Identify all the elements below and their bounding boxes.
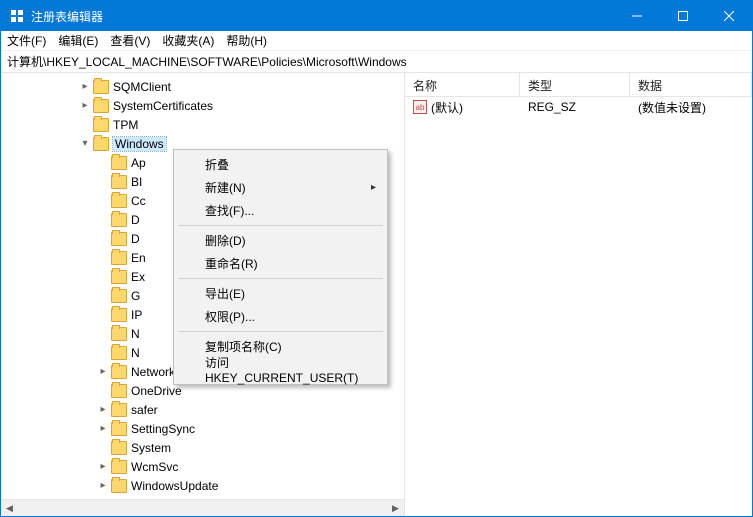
folder-icon <box>111 460 127 474</box>
tree-horizontal-scrollbar[interactable]: ◀ ▶ <box>1 499 404 516</box>
ctx-separator <box>178 278 383 279</box>
submenu-arrow-icon: ▸ <box>371 182 376 193</box>
folder-icon <box>111 213 127 227</box>
tree-item-wcmsvc[interactable]: ▸WcmSvc <box>1 457 404 476</box>
value-name-cell: ab (默认) <box>405 99 520 116</box>
ctx-goto-hkcu[interactable]: 访问 HKEY_CURRENT_USER(T) <box>177 358 384 381</box>
folder-icon <box>111 422 127 436</box>
menu-edit[interactable]: 编辑(E) <box>58 32 98 49</box>
folder-icon <box>111 251 127 265</box>
ctx-export[interactable]: 导出(E) <box>177 282 384 305</box>
tree-item-tpm[interactable]: ▸TPM <box>1 115 404 134</box>
folder-icon <box>93 118 109 132</box>
tree-pane: ▸SQMClient ▸SystemCertificates ▸TPM ▾Win… <box>1 73 405 516</box>
folder-icon <box>111 175 127 189</box>
tree-item-safer[interactable]: ▸safer <box>1 400 404 419</box>
maximize-button[interactable] <box>660 1 706 31</box>
window-controls <box>614 1 752 31</box>
context-menu: 折叠 新建(N)▸ 查找(F)... 删除(D) 重命名(R) 导出(E) 权限… <box>173 149 388 385</box>
folder-icon <box>93 80 109 94</box>
window-title: 注册表编辑器 <box>31 8 614 25</box>
scroll-right-icon[interactable]: ▶ <box>387 500 404 516</box>
tree-item-windowsupdate[interactable]: ▸WindowsUpdate <box>1 476 404 495</box>
ctx-collapse[interactable]: 折叠 <box>177 153 384 176</box>
tree-item-sqmclient[interactable]: ▸SQMClient <box>1 77 404 96</box>
title-bar: 注册表编辑器 <box>1 1 752 31</box>
values-pane: 名称 类型 数据 ab (默认) REG_SZ (数值未设置) <box>405 73 752 516</box>
tree-item-system[interactable]: ▸System <box>1 438 404 457</box>
menu-help[interactable]: 帮助(H) <box>226 32 267 49</box>
tree-item-settingsync[interactable]: ▸SettingSync <box>1 419 404 438</box>
folder-icon <box>111 346 127 360</box>
string-value-icon: ab <box>413 100 427 114</box>
tree-item-systemcertificates[interactable]: ▸SystemCertificates <box>1 96 404 115</box>
folder-icon <box>111 441 127 455</box>
scroll-left-icon[interactable]: ◀ <box>1 500 18 516</box>
col-data[interactable]: 数据 <box>630 73 752 96</box>
workspace: ▸SQMClient ▸SystemCertificates ▸TPM ▾Win… <box>1 73 752 516</box>
ctx-new[interactable]: 新建(N)▸ <box>177 176 384 199</box>
folder-icon <box>111 327 127 341</box>
folder-icon <box>111 479 127 493</box>
folder-icon <box>111 156 127 170</box>
folder-icon <box>111 384 127 398</box>
ctx-delete[interactable]: 删除(D) <box>177 229 384 252</box>
ctx-find[interactable]: 查找(F)... <box>177 199 384 222</box>
value-type-cell: REG_SZ <box>520 100 630 114</box>
address-text: 计算机\HKEY_LOCAL_MACHINE\SOFTWARE\Policies… <box>7 53 407 70</box>
folder-icon <box>111 308 127 322</box>
menu-view[interactable]: 查看(V) <box>110 32 150 49</box>
address-bar[interactable]: 计算机\HKEY_LOCAL_MACHINE\SOFTWARE\Policies… <box>1 51 752 73</box>
close-button[interactable] <box>706 1 752 31</box>
folder-icon <box>111 289 127 303</box>
folder-icon <box>111 403 127 417</box>
value-data-cell: (数值未设置) <box>630 99 752 116</box>
menu-file[interactable]: 文件(F) <box>7 32 46 49</box>
folder-icon <box>111 270 127 284</box>
folder-icon <box>93 137 109 151</box>
value-row-default[interactable]: ab (默认) REG_SZ (数值未设置) <box>405 97 752 117</box>
col-type[interactable]: 类型 <box>520 73 630 96</box>
folder-icon <box>111 232 127 246</box>
folder-icon <box>111 194 127 208</box>
regedit-icon <box>9 8 25 24</box>
minimize-button[interactable] <box>614 1 660 31</box>
col-name[interactable]: 名称 <box>405 73 520 96</box>
folder-icon <box>111 365 127 379</box>
ctx-permissions[interactable]: 权限(P)... <box>177 305 384 328</box>
menu-bar: 文件(F) 编辑(E) 查看(V) 收藏夹(A) 帮助(H) <box>1 31 752 51</box>
menu-favorites[interactable]: 收藏夹(A) <box>162 32 214 49</box>
ctx-rename[interactable]: 重命名(R) <box>177 252 384 275</box>
ctx-separator <box>178 331 383 332</box>
values-header: 名称 类型 数据 <box>405 73 752 97</box>
folder-icon <box>93 99 109 113</box>
ctx-separator <box>178 225 383 226</box>
